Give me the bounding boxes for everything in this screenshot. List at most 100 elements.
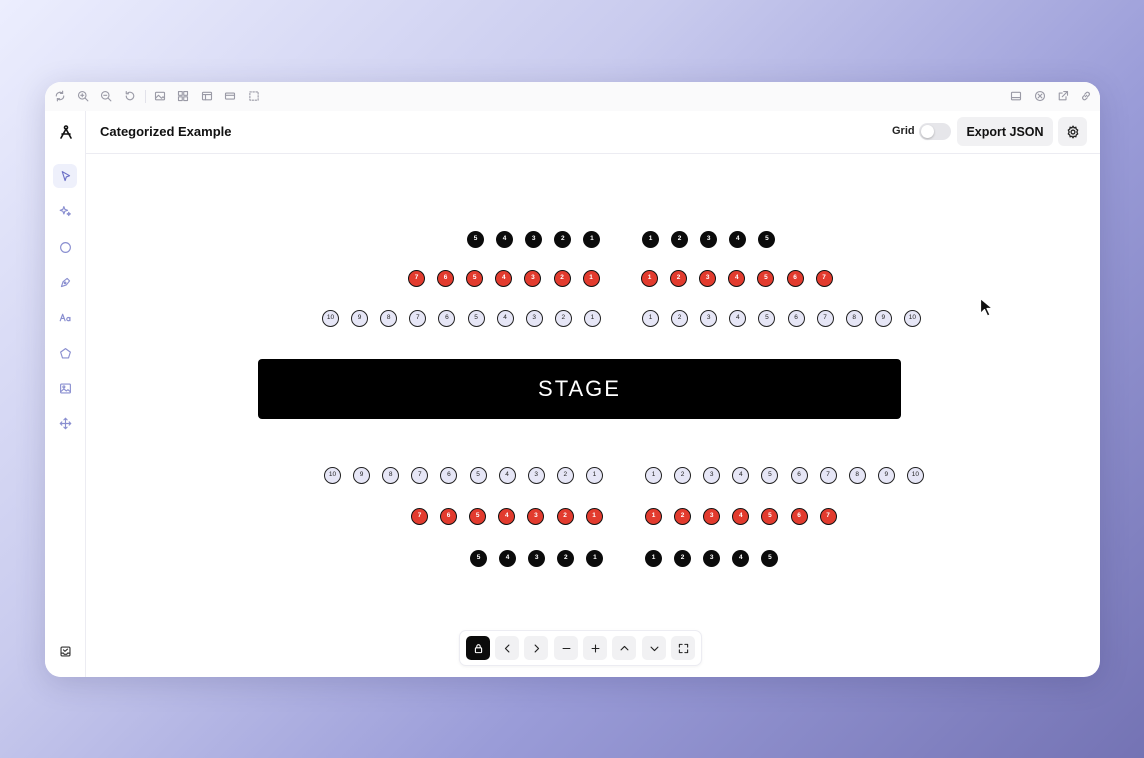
seat[interactable]: 2 [556, 508, 574, 525]
seat[interactable]: 7 [819, 508, 837, 525]
seat[interactable]: 2 [557, 550, 575, 567]
refresh-icon[interactable] [52, 88, 68, 104]
seat[interactable]: 6 [438, 310, 456, 327]
seat[interactable]: 5 [757, 270, 775, 287]
image-tool[interactable] [53, 376, 77, 400]
zoom-out-button[interactable] [554, 636, 578, 660]
seat[interactable]: 2 [671, 310, 689, 327]
seat[interactable]: 2 [670, 270, 688, 287]
seat[interactable]: 2 [556, 467, 574, 484]
seat-map-canvas[interactable]: 5 4 3 2 1 7 6 5 4 3 2 1 10 9 8 7 6 5 4 3 2 1 1 2 3 4 5 1 2 3 4 5 6 7 1 2 3 4 5… [86, 153, 1100, 677]
seat[interactable]: 3 [525, 310, 543, 327]
seat[interactable]: 6 [790, 508, 808, 525]
seat[interactable]: 2 [554, 310, 572, 327]
seat[interactable]: 6 [790, 467, 808, 484]
seat[interactable]: 1 [641, 270, 658, 287]
seat[interactable]: 2 [671, 231, 689, 248]
seat[interactable]: 4 [498, 467, 516, 484]
circle-tool[interactable] [53, 235, 77, 259]
seat[interactable]: 1 [645, 550, 662, 567]
bottom-panel-button[interactable] [53, 639, 77, 663]
close-circle-icon[interactable] [1032, 88, 1048, 104]
seat[interactable]: 4 [732, 467, 750, 484]
pan-right-button[interactable] [524, 636, 548, 660]
lock-button[interactable] [466, 636, 490, 660]
seat[interactable]: 4 [499, 550, 517, 567]
seat[interactable]: 7 [411, 508, 428, 525]
seat[interactable]: 3 [528, 550, 546, 567]
zoom-in-icon[interactable] [75, 88, 91, 104]
seat[interactable]: 8 [845, 310, 863, 327]
seat[interactable]: 9 [353, 467, 371, 484]
seat[interactable]: 3 [525, 231, 543, 248]
seat[interactable]: 3 [699, 270, 717, 287]
link-icon[interactable] [1078, 88, 1094, 104]
seat[interactable]: 3 [700, 231, 718, 248]
text-tool[interactable] [53, 305, 77, 329]
grid-icon[interactable] [175, 88, 191, 104]
external-link-icon[interactable] [1055, 88, 1071, 104]
seat[interactable]: 3 [703, 508, 721, 525]
zoom-out-icon[interactable] [98, 88, 114, 104]
seat[interactable]: 3 [703, 550, 721, 567]
seat[interactable]: 4 [495, 270, 513, 287]
move-tool[interactable] [53, 411, 77, 435]
seat[interactable]: 6 [786, 270, 804, 287]
seat[interactable]: 1 [582, 270, 600, 287]
seat[interactable]: 1 [645, 467, 662, 484]
seat[interactable]: 6 [440, 508, 458, 525]
seat[interactable]: 8 [380, 310, 398, 327]
seat[interactable]: 6 [787, 310, 805, 327]
seat[interactable]: 5 [758, 231, 776, 248]
seat[interactable]: 1 [642, 231, 659, 248]
reset-icon[interactable] [122, 88, 138, 104]
seat[interactable]: 7 [409, 310, 427, 327]
seat[interactable]: 3 [527, 467, 545, 484]
seat[interactable]: 7 [815, 270, 833, 287]
seat[interactable]: 5 [470, 550, 487, 567]
seat[interactable]: 7 [819, 467, 837, 484]
seat[interactable]: 3 [700, 310, 718, 327]
seat[interactable]: 2 [674, 467, 692, 484]
settings-button[interactable] [1058, 117, 1087, 146]
sparkle-tool[interactable] [53, 199, 77, 223]
fit-screen-button[interactable] [671, 636, 695, 660]
seat[interactable]: 1 [586, 550, 604, 567]
card-icon[interactable] [222, 88, 238, 104]
seat[interactable]: 5 [761, 550, 779, 567]
seat[interactable]: 4 [728, 270, 746, 287]
image-icon[interactable] [152, 88, 168, 104]
layout-icon[interactable] [199, 88, 215, 104]
seat[interactable]: 1 [583, 231, 601, 248]
seat[interactable]: 2 [553, 270, 571, 287]
seat[interactable]: 6 [440, 467, 458, 484]
seat[interactable]: 9 [877, 467, 895, 484]
pan-left-button[interactable] [495, 636, 519, 660]
seat[interactable]: 5 [761, 508, 779, 525]
seat[interactable]: 5 [469, 508, 487, 525]
polygon-tool[interactable] [53, 341, 77, 365]
pan-up-button[interactable] [612, 636, 636, 660]
seat[interactable]: 4 [496, 231, 514, 248]
seat[interactable]: 5 [758, 310, 776, 327]
seat[interactable]: 5 [761, 467, 779, 484]
seat[interactable]: 10 [903, 310, 921, 327]
pan-down-button[interactable] [642, 636, 666, 660]
seat[interactable]: 5 [469, 467, 487, 484]
seat[interactable]: 3 [524, 270, 542, 287]
seat[interactable]: 7 [816, 310, 834, 327]
select-icon[interactable] [246, 88, 262, 104]
seat[interactable]: 2 [554, 231, 572, 248]
seat[interactable]: 7 [411, 467, 429, 484]
seat[interactable]: 9 [351, 310, 369, 327]
seat[interactable]: 8 [848, 467, 866, 484]
seat[interactable]: 2 [674, 550, 692, 567]
seat[interactable]: 3 [527, 508, 545, 525]
seat[interactable]: 5 [466, 270, 484, 287]
select-tool[interactable] [53, 164, 77, 188]
seat[interactable]: 4 [732, 508, 750, 525]
seat[interactable]: 4 [732, 550, 750, 567]
seat[interactable]: 3 [703, 467, 721, 484]
seat[interactable]: 4 [496, 310, 514, 327]
seat[interactable]: 1 [642, 310, 659, 327]
